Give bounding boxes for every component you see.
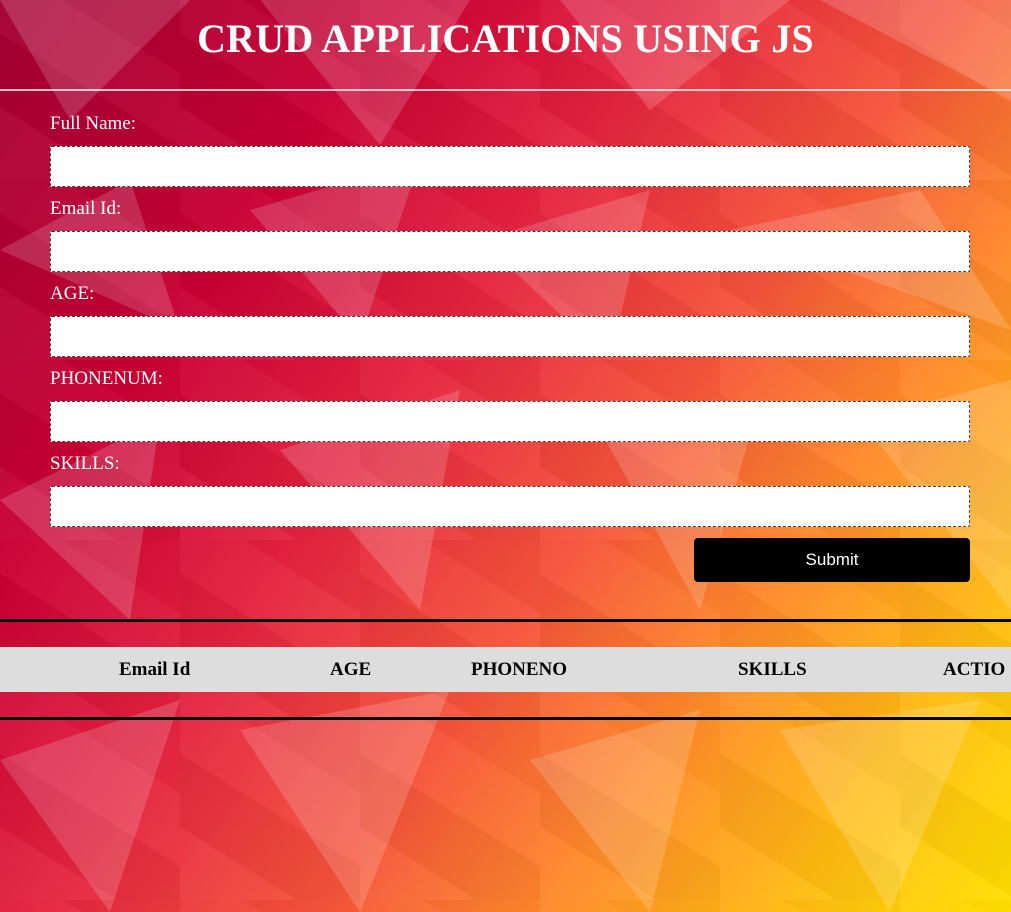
records-table: Email Id AGE PHONENO SKILLS ACTIO xyxy=(0,619,1011,720)
email-id-input[interactable] xyxy=(50,231,970,272)
full-name-label: Full Name: xyxy=(50,113,137,134)
age-input[interactable] xyxy=(50,316,970,357)
page-title: CRUD APPLICATIONS USING JS xyxy=(197,16,814,61)
phonenum-label: PHONENUM: xyxy=(50,368,163,389)
submit-button[interactable]: Submit xyxy=(694,538,970,582)
table-bottom-border xyxy=(0,717,1011,720)
full-name-input[interactable] xyxy=(50,146,970,187)
header-divider xyxy=(0,89,1011,91)
table-header-email-id: Email Id xyxy=(119,659,191,680)
skills-label: SKILLS: xyxy=(50,453,120,474)
phonenum-input[interactable] xyxy=(50,401,970,442)
table-header-row: Email Id AGE PHONENO SKILLS ACTIO xyxy=(0,647,1011,692)
table-top-border xyxy=(0,619,1011,622)
age-label: AGE: xyxy=(50,283,95,304)
skills-input[interactable] xyxy=(50,486,970,527)
table-header-action: ACTIO xyxy=(943,659,1006,680)
table-header-phoneno: PHONENO xyxy=(471,659,568,680)
background-polygon-pattern xyxy=(0,0,1011,912)
email-id-label: Email Id: xyxy=(50,198,122,219)
table-header-age: AGE xyxy=(330,659,372,680)
table-header-skills: SKILLS xyxy=(738,659,807,680)
